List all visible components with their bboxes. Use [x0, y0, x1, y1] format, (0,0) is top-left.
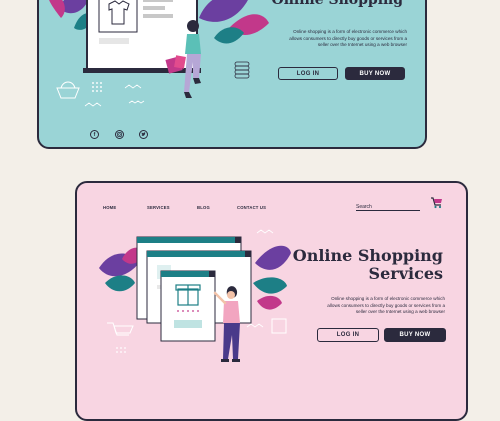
decorative-dots-icon — [116, 347, 126, 353]
twitter-icon[interactable] — [139, 130, 148, 139]
hero-illustration-bottom — [99, 229, 291, 362]
nav-blog[interactable]: BLOG — [197, 205, 210, 210]
squiggle-icon — [84, 102, 102, 107]
instagram-icon[interactable] — [115, 130, 124, 139]
squiggle-icon — [246, 323, 264, 328]
hero-description-top: Online shopping is a form of electronic … — [289, 29, 407, 48]
login-button-bottom[interactable]: LOG IN — [317, 328, 379, 342]
squiggle-icon — [256, 229, 274, 234]
login-button-top[interactable]: LOG IN — [278, 67, 338, 80]
cart-icon[interactable] — [429, 195, 443, 209]
nav-services[interactable]: SERVICES — [147, 205, 170, 210]
nav-home[interactable]: HOME — [103, 205, 116, 210]
hero-card-top: Online Shopping Online shopping is a for… — [37, 0, 427, 149]
facebook-icon[interactable]: f — [90, 130, 99, 139]
basket-icon — [56, 81, 80, 99]
leaves-right-icon — [199, 0, 269, 44]
search-box — [356, 203, 420, 211]
buy-now-button-top[interactable]: BUY NOW — [345, 67, 405, 80]
hero-title-bottom: Online Shopping Services — [292, 246, 443, 284]
hero-card-bottom: HOME SERVICES BLOG CONTACT US Search GET… — [75, 181, 468, 421]
buy-now-button-bottom[interactable]: BUY NOW — [384, 328, 446, 342]
squiggle-icon — [124, 84, 142, 89]
search-input[interactable] — [356, 203, 420, 211]
qr-code-icon — [271, 318, 287, 334]
get-button[interactable]: GET — [174, 327, 202, 335]
hero-description-bottom: Online shopping is a form of electronic … — [327, 296, 445, 315]
hero-title-line1: Online Shopping — [292, 246, 443, 265]
leaves-right-icon — [253, 245, 291, 310]
hero-title-line2: Services — [368, 264, 443, 284]
coins-icon — [234, 61, 250, 79]
hero-title-top: Online Shopping — [271, 0, 403, 8]
decorative-dots-icon — [92, 82, 102, 92]
nav-contact-us[interactable]: CONTACT US — [237, 205, 266, 210]
shopping-cart-outline-icon — [107, 322, 134, 336]
squiggle-icon — [128, 100, 145, 104]
